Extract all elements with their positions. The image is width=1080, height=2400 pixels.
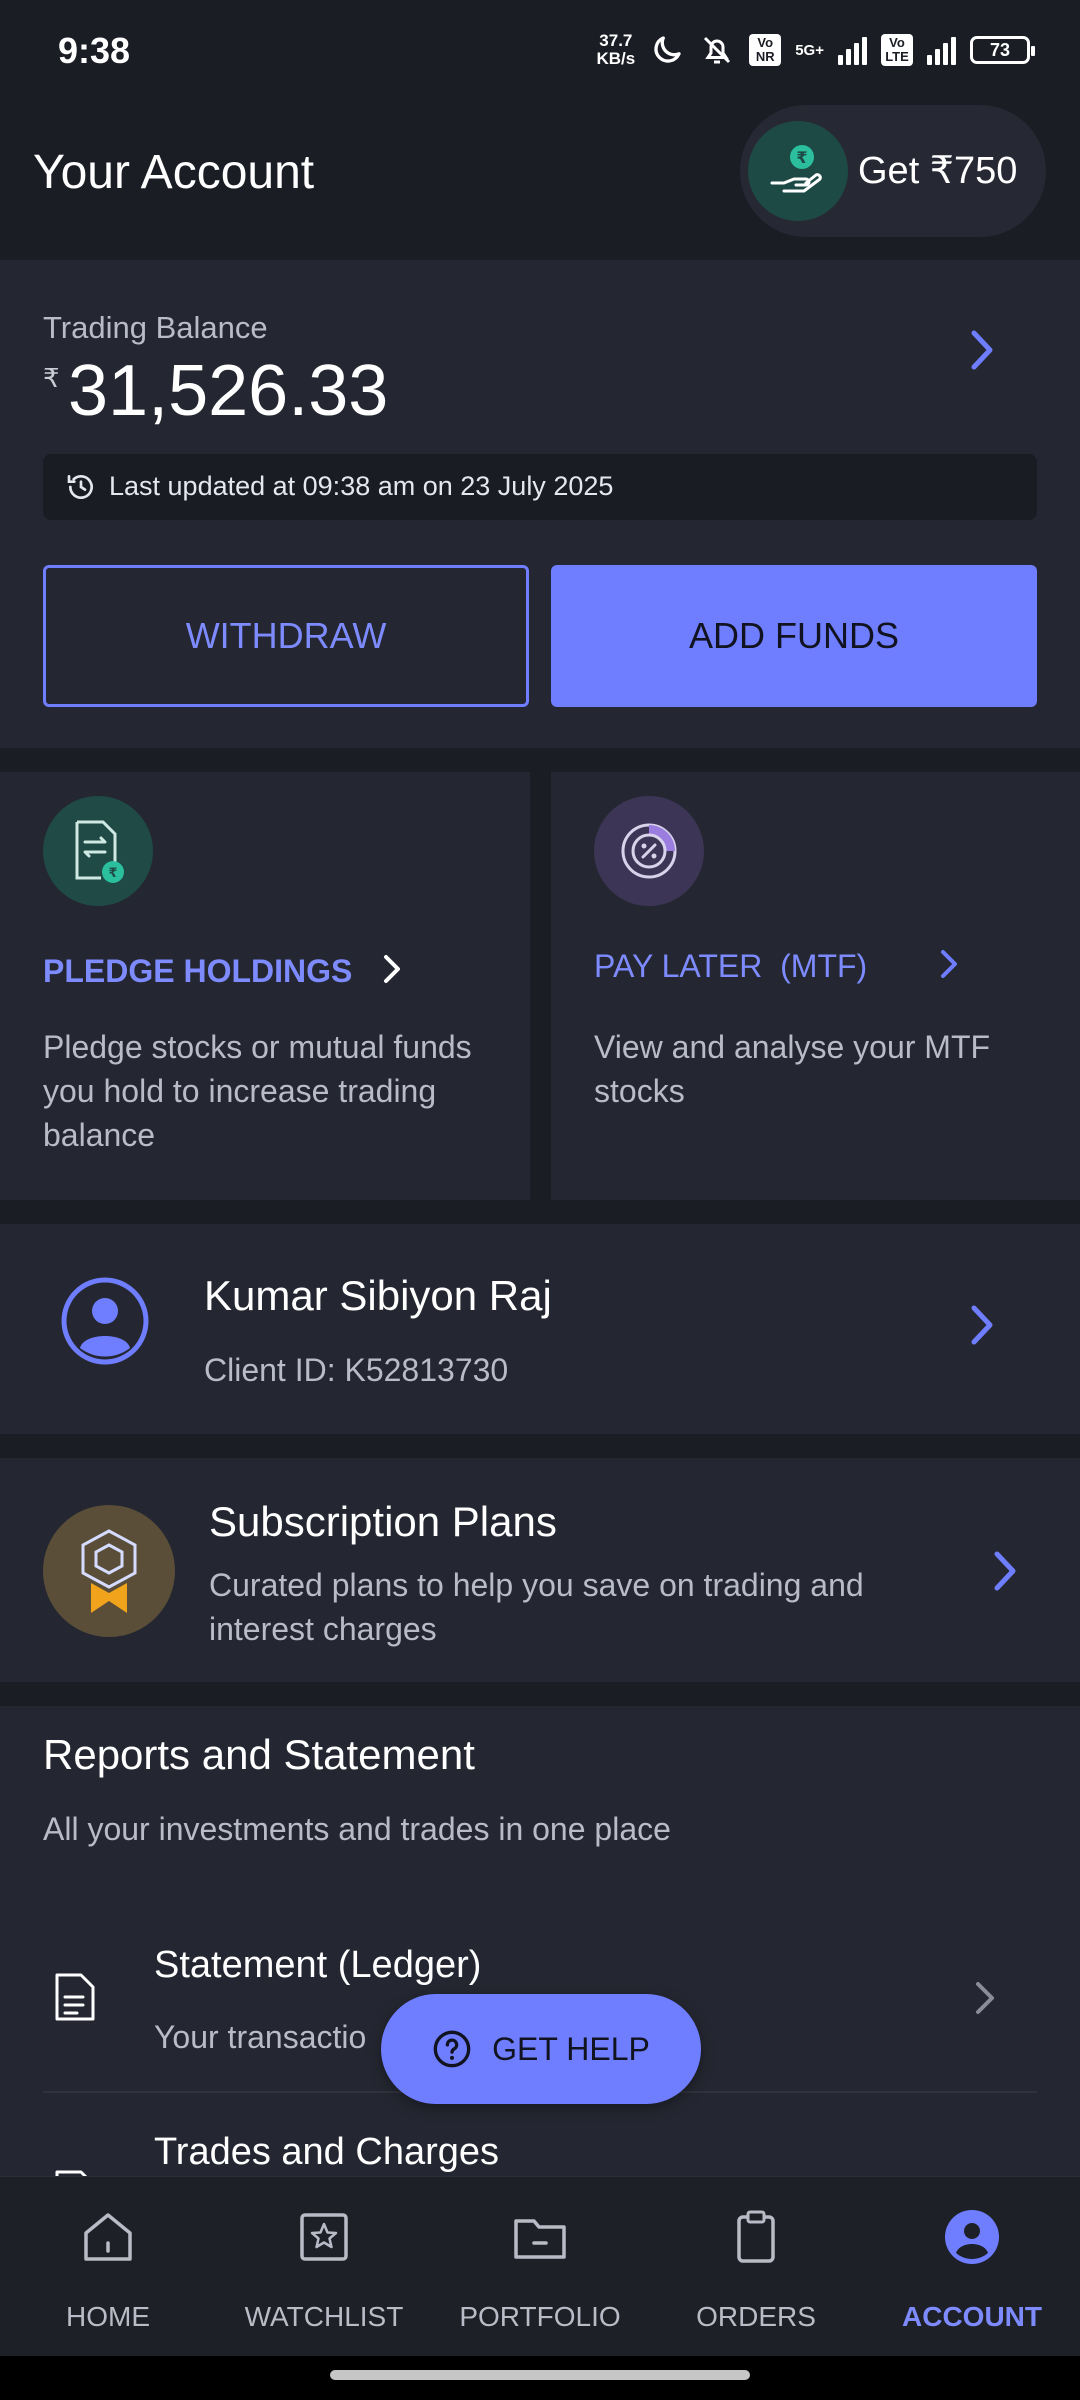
pledge-holdings-label: PLEDGE HOLDINGS xyxy=(43,953,353,989)
pledge-icon-bg: ₹ xyxy=(43,796,153,906)
document-exchange-icon: ₹ xyxy=(75,820,124,883)
nav-watchlist-label: WATCHLIST xyxy=(244,2301,404,2332)
trading-balance-amount: 31,526.33 xyxy=(68,351,389,431)
nav-home[interactable]: HOME xyxy=(0,2177,216,2357)
client-id: Client ID: K52813730 xyxy=(204,1352,509,1388)
status-time: 9:38 xyxy=(58,30,131,71)
nav-watchlist[interactable]: WATCHLIST xyxy=(216,2177,432,2357)
subscription-title: Subscription Plans xyxy=(209,1498,557,1545)
pledge-holdings-description: Pledge stocks or mutual funds you hold t… xyxy=(43,1029,472,1153)
pay-later-icon-bg xyxy=(594,796,704,906)
network-speed-unit: KB/s xyxy=(596,49,636,68)
bottom-nav: HOME WATCHLIST PORTFOLIO ORDERS ACCOUNT xyxy=(0,2176,1080,2357)
subscription-plans-card[interactable]: Subscription Plans Curated plans to help… xyxy=(0,1458,1080,1682)
clipboard-icon xyxy=(737,2210,775,2263)
sim1-tag: Vo NR xyxy=(749,34,782,66)
pledge-holdings-title: PLEDGE HOLDINGS xyxy=(43,952,405,990)
nav-portfolio[interactable]: PORTFOLIO xyxy=(432,2177,648,2357)
statement-ledger-description: Your transactio xyxy=(154,2019,367,2055)
nav-home-label: HOME xyxy=(66,2301,150,2332)
pay-later-tile[interactable]: PAY LATER (MTF) View and analyse your MT… xyxy=(551,772,1080,1200)
last-updated-banner: Last updated at 09:38 am on 23 July 2025 xyxy=(43,454,1037,520)
subscription-description: Curated plans to help you save on tradin… xyxy=(209,1567,864,1647)
profile-name: Kumar Sibiyon Raj xyxy=(204,1272,552,1319)
reports-card: Reports and Statement All your investmen… xyxy=(0,1706,1080,2226)
chevron-right-icon xyxy=(971,1305,993,1345)
battery-icon: 73 xyxy=(970,36,1035,64)
signal-1-icon xyxy=(838,35,867,65)
nav-portfolio-label: PORTFOLIO xyxy=(459,2301,621,2332)
nav-orders[interactable]: ORDERS xyxy=(648,2177,864,2357)
network-type: 5G+ xyxy=(795,41,824,59)
chevron-right-icon xyxy=(384,955,401,983)
statement-ledger-title[interactable]: Statement (Ledger) xyxy=(154,1944,481,1987)
subscription-icon-bg xyxy=(43,1505,175,1637)
trading-balance-label: Trading Balance xyxy=(43,310,268,345)
chevron-right-icon xyxy=(976,1982,994,2014)
currency-symbol: ₹ xyxy=(43,363,60,393)
home-gesture-bar[interactable] xyxy=(330,2370,750,2380)
pay-later-description: View and analyse your MTF stocks xyxy=(594,1029,991,1109)
referral-label: Get ₹750 xyxy=(858,150,1018,192)
bell-off-icon xyxy=(704,36,731,64)
user-avatar-icon xyxy=(61,1277,149,1365)
help-circle-icon xyxy=(433,2030,471,2068)
sim2-tag: Vo LTE xyxy=(881,34,913,66)
svg-text:₹: ₹ xyxy=(796,148,807,167)
get-help-label: GET HELP xyxy=(492,2030,650,2067)
moon-icon xyxy=(654,36,681,63)
referral-button[interactable]: ₹ Get ₹750 xyxy=(740,105,1046,237)
document-icon xyxy=(55,1973,95,2021)
pay-later-title: PAY LATER (MTF) xyxy=(594,947,962,985)
nav-account-label: ACCOUNT xyxy=(902,2301,1042,2332)
network-indicator: 5G+ xyxy=(795,43,824,58)
add-funds-button[interactable]: ADD FUNDS xyxy=(551,565,1037,707)
trading-balance-card[interactable]: Trading Balance ₹ 31,526.33 Last updated… xyxy=(0,260,1080,748)
network-speed: 37.7 KB/s xyxy=(596,32,635,68)
chevron-right-icon xyxy=(941,950,958,978)
withdraw-button[interactable]: WITHDRAW xyxy=(43,565,529,707)
user-icon xyxy=(945,2210,999,2264)
trades-charges-title[interactable]: Trades and Charges xyxy=(154,2131,499,2174)
page-title: Your Account xyxy=(33,146,315,199)
get-help-button[interactable]: GET HELP xyxy=(381,1994,701,2104)
profile-card[interactable]: Kumar Sibiyon Raj Client ID: K52813730 xyxy=(0,1224,1080,1434)
star-icon xyxy=(300,2213,348,2261)
chevron-right-icon[interactable] xyxy=(962,325,1002,375)
folder-icon xyxy=(514,2219,566,2259)
signal-2-icon xyxy=(927,35,956,65)
chevron-right-icon xyxy=(994,1551,1016,1591)
reports-title: Reports and Statement xyxy=(43,1731,475,1778)
battery-level: 73 xyxy=(989,39,1011,60)
nav-orders-label: ORDERS xyxy=(696,2301,816,2332)
network-speed-value: 37.7 xyxy=(599,31,633,50)
reports-subtitle: All your investments and trades in one p… xyxy=(43,1811,671,1847)
referral-icon-bg: ₹ xyxy=(748,121,848,221)
nav-account[interactable]: ACCOUNT xyxy=(864,2177,1080,2357)
percent-gauge-icon xyxy=(621,823,677,879)
svg-text:₹: ₹ xyxy=(108,866,117,881)
history-icon xyxy=(67,475,93,499)
status-icons: 37.7 KB/s Vo NR 5G+ Vo LTE 73 xyxy=(596,28,1035,72)
home-icon xyxy=(84,2213,132,2261)
status-bar: 9:38 37.7 KB/s Vo NR 5G+ Vo LTE 73 xyxy=(0,0,1080,100)
last-updated-text: Last updated at 09:38 am on 23 July 2025 xyxy=(109,471,614,501)
pledge-holdings-tile[interactable]: ₹ PLEDGE HOLDINGS Pledge stocks or mutua… xyxy=(0,772,530,1200)
pay-later-label: PAY LATER (MTF) xyxy=(594,948,868,984)
badge-icon xyxy=(81,1529,137,1613)
hand-money-icon: ₹ xyxy=(770,145,822,193)
